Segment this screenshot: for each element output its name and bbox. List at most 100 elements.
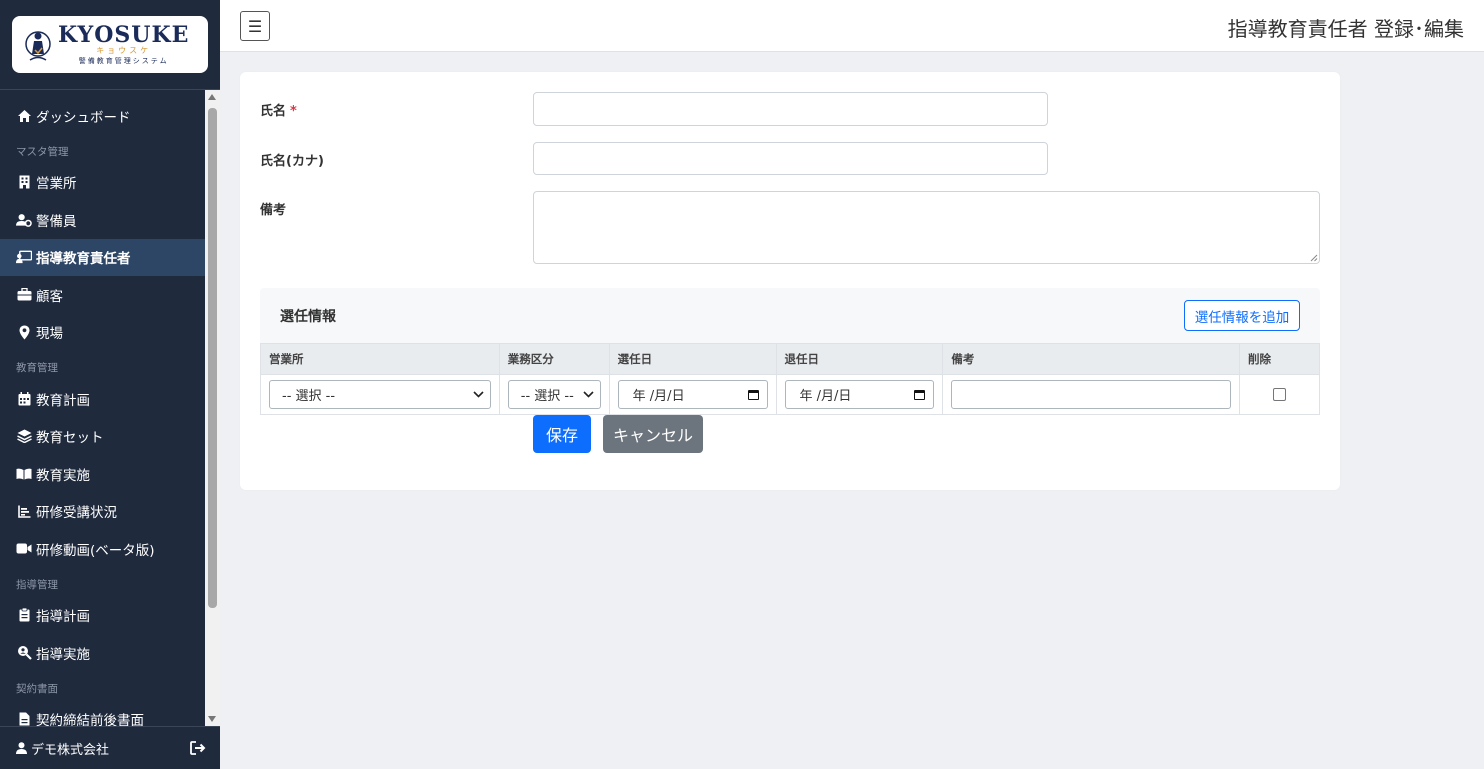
nav-section-guidance: 指導管理 <box>16 578 58 591</box>
brand-logo[interactable]: KYOSUKE キョウスケ 警備教育管理システム <box>12 16 208 73</box>
column-header-note: 備考 <box>942 343 1240 375</box>
sidebar-item-label: 顧客 <box>36 288 63 305</box>
chart-bar-icon <box>16 503 32 519</box>
column-header-appointed-date: 選任日 <box>608 343 777 375</box>
sidebar: KYOSUKE キョウスケ 警備教育管理システム ダッシュボード マスタ管理 営… <box>0 0 220 769</box>
home-icon <box>16 108 32 124</box>
sidebar-item-education-plan[interactable]: 教育計画 <box>0 380 205 418</box>
sidebar-item-label: 警備員 <box>36 213 77 230</box>
scrollbar-thumb[interactable] <box>208 108 217 608</box>
sidebar-nav: ダッシュボード マスタ管理 営業所 警備員 指導教育責任者 顧客 現場 教育管理… <box>0 90 205 726</box>
row-note-input[interactable] <box>951 380 1231 409</box>
delete-cell <box>1239 374 1320 415</box>
form-card: 氏名 * 氏名(カナ) 備考 選任情報 選任情報を追加 営業所 業務区分 選任日 … <box>240 72 1340 490</box>
brand-kana: キョウスケ <box>96 46 152 55</box>
sidebar-item-guidance-exec[interactable]: 指導実施 <box>0 634 205 672</box>
user-gear-icon <box>16 212 32 228</box>
brand-title: KYOSUKE <box>58 22 190 48</box>
appointment-section: 選任情報 選任情報を追加 営業所 業務区分 選任日 退任日 備考 削除 -- 選… <box>260 288 1320 415</box>
logo-area: KYOSUKE キョウスケ 警備教育管理システム <box>0 0 220 90</box>
sidebar-item-label: 研修動画(ベータ版) <box>36 542 155 559</box>
delete-checkbox[interactable] <box>1273 388 1286 401</box>
appointment-table: 営業所 業務区分 選任日 退任日 備考 削除 -- 選択 -- -- 選択 --… <box>260 343 1320 415</box>
sidebar-item-label: 指導教育責任者 <box>36 251 131 268</box>
required-mark: * <box>290 104 297 119</box>
logout-icon[interactable] <box>190 741 206 755</box>
sidebar-item-customers[interactable]: 顧客 <box>0 276 205 314</box>
column-header-delete: 削除 <box>1239 343 1320 375</box>
name-input[interactable] <box>533 92 1048 126</box>
briefcase-icon <box>16 287 32 303</box>
brand-subtitle: 警備教育管理システム <box>78 57 169 65</box>
appointed-date-value: 年 /月/日 <box>632 389 685 404</box>
appointed-date-cell: 年 /月/日 <box>608 374 777 415</box>
add-appointment-button[interactable]: 選任情報を追加 <box>1184 300 1300 331</box>
nav-section-contract: 契約書面 <box>16 682 58 695</box>
sidebar-scrollbar[interactable] <box>205 90 220 726</box>
table-row: -- 選択 -- -- 選択 -- 年 /月/日 年 /月/日 <box>260 374 1320 415</box>
resize-handle-icon[interactable] <box>1310 254 1318 262</box>
sidebar-item-guards[interactable]: 警備員 <box>0 201 205 239</box>
kana-label: 氏名(カナ) <box>260 154 324 169</box>
current-user[interactable]: デモ株式会社 <box>16 739 190 758</box>
note-label: 備考 <box>260 203 287 218</box>
sidebar-item-education-exec[interactable]: 教育実施 <box>0 455 205 493</box>
calendar-picker-icon[interactable] <box>747 389 759 400</box>
sidebar-item-label: 教育計画 <box>36 392 90 409</box>
column-header-retired-date: 退任日 <box>775 343 944 375</box>
layers-icon <box>16 428 32 444</box>
clipboard-icon <box>16 607 32 623</box>
file-icon <box>16 711 32 726</box>
sidebar-item-education-set[interactable]: 教育セット <box>0 418 205 456</box>
kana-input[interactable] <box>533 142 1048 175</box>
sidebar-item-label: 指導計画 <box>36 609 90 626</box>
top-header: ☰ 指導教育責任者 登録･編集 <box>220 0 1484 52</box>
sidebar-item-label: 研修受講状況 <box>36 505 117 522</box>
company-name: デモ株式会社 <box>31 742 110 758</box>
scroll-up-arrow-icon[interactable] <box>208 94 216 100</box>
save-button[interactable]: 保存 <box>533 415 591 453</box>
sidebar-item-offices[interactable]: 営業所 <box>0 164 205 202</box>
office-cell: -- 選択 -- <box>260 374 500 415</box>
menu-toggle-button[interactable]: ☰ <box>240 11 270 41</box>
calendar-picker-icon[interactable] <box>914 389 926 400</box>
hamburger-icon: ☰ <box>247 16 263 36</box>
note-cell <box>942 374 1240 415</box>
retired-date-value: 年 /月/日 <box>799 389 852 404</box>
sidebar-item-label: 教育実施 <box>36 467 90 484</box>
nav-section-master: マスタ管理 <box>16 145 69 158</box>
chevron-down-icon <box>473 391 484 398</box>
retired-date-input[interactable]: 年 /月/日 <box>784 380 935 409</box>
note-textarea[interactable] <box>533 191 1320 264</box>
cancel-button[interactable]: キャンセル <box>603 415 703 453</box>
sidebar-item-instructors[interactable]: 指導教育責任者 <box>0 238 205 276</box>
sidebar-item-label: 指導実施 <box>36 646 90 663</box>
sidebar-item-training-video[interactable]: 研修動画(ベータ版) <box>0 530 205 568</box>
sidebar-item-label: ダッシュボード <box>36 109 131 126</box>
sidebar-item-label: 現場 <box>36 326 63 343</box>
category-select[interactable]: -- 選択 -- <box>507 380 601 409</box>
retired-date-cell: 年 /月/日 <box>775 374 944 415</box>
video-icon <box>16 541 32 557</box>
sidebar-item-guidance-plan[interactable]: 指導計画 <box>0 597 205 635</box>
table-header-row: 営業所 業務区分 選任日 退任日 備考 削除 <box>260 343 1320 375</box>
sidebar-item-contract-docs[interactable]: 契約締結前後書面 <box>0 701 205 726</box>
guard-emblem-icon <box>25 30 51 61</box>
chalkboard-teacher-icon <box>16 249 32 265</box>
sidebar-footer: デモ株式会社 <box>0 726 220 769</box>
page-title: 指導教育責任者 登録･編集 <box>1227 17 1464 41</box>
location-pin-icon <box>16 324 32 340</box>
office-select[interactable]: -- 選択 -- <box>269 380 491 409</box>
appointment-title: 選任情報 <box>280 309 336 325</box>
office-select-value: -- 選択 -- <box>282 389 336 404</box>
appointed-date-input[interactable]: 年 /月/日 <box>617 380 768 409</box>
sidebar-item-dashboard[interactable]: ダッシュボード <box>0 97 205 135</box>
building-icon <box>16 174 32 190</box>
sidebar-item-training-status[interactable]: 研修受講状況 <box>0 493 205 531</box>
sidebar-item-label: 契約締結前後書面 <box>36 713 144 726</box>
sidebar-item-label: 教育セット <box>36 430 104 447</box>
scroll-down-arrow-icon[interactable] <box>208 716 216 722</box>
sidebar-item-sites[interactable]: 現場 <box>0 314 205 352</box>
sidebar-item-label: 営業所 <box>36 176 77 193</box>
chevron-down-icon <box>583 391 594 398</box>
